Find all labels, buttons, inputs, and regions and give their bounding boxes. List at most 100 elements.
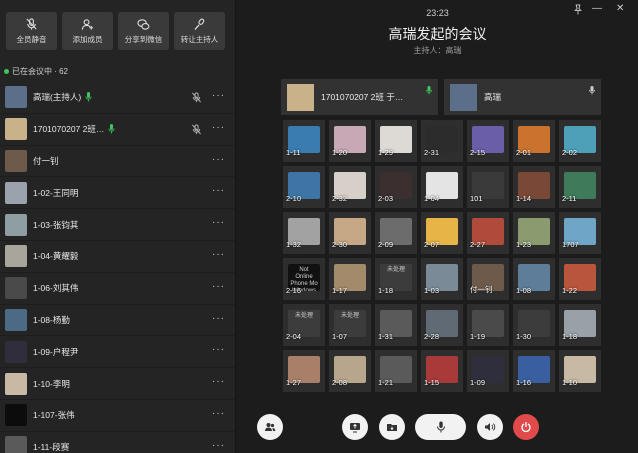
more-icon[interactable]: ··· [212, 281, 225, 292]
speaker-card[interactable]: 1701070207 2班 于… [281, 79, 438, 115]
mic-off-icon[interactable] [191, 92, 202, 103]
transfer-host-label: 转让主持人 [180, 34, 219, 44]
participant-row[interactable]: 1-107-张伟 ··· [0, 400, 235, 432]
more-icon[interactable]: ··· [212, 376, 225, 387]
video-tile[interactable]: 2-10 [283, 166, 325, 208]
video-tile[interactable]: 2-31 [421, 120, 463, 162]
speaker-card[interactable]: 高瑞 [444, 79, 601, 115]
window-controls: — ✕ [592, 3, 624, 14]
video-grid: 1-11 1-20 1-29 2-31 2-15 2-01 2-02 2-10 … [283, 120, 605, 392]
share-screen-button[interactable] [342, 414, 368, 440]
video-tile[interactable]: 1-22 [559, 258, 601, 300]
tile-label: 1-27 [286, 378, 302, 387]
file-button[interactable] [379, 414, 405, 440]
more-icon[interactable]: ··· [212, 344, 225, 355]
avatar [5, 86, 27, 109]
video-tile[interactable]: 1-18 [559, 304, 601, 346]
pin-icon[interactable] [573, 4, 583, 15]
participant-row[interactable]: 1701070207 2班… ··· [0, 114, 235, 146]
hangup-button[interactable] [513, 414, 539, 440]
tile-label: 1-08 [516, 286, 532, 295]
participant-row[interactable]: 1-04-黄耀毅 ··· [0, 241, 235, 273]
minimize-icon[interactable]: — [592, 3, 602, 14]
participant-row[interactable]: 高瑞(主持人) ··· [0, 82, 235, 114]
video-tile[interactable]: 1-27 [283, 350, 325, 392]
more-icon[interactable]: ··· [212, 217, 225, 228]
more-icon[interactable]: ··· [212, 440, 225, 451]
video-tile[interactable]: 1-16 [513, 350, 555, 392]
participant-row[interactable]: 1-11-段赛 ··· [0, 432, 235, 453]
video-tile[interactable]: Not Online Phone Mo Windows 2-16 [283, 258, 325, 300]
avatar [5, 213, 27, 236]
video-tile[interactable]: 1-17 [329, 258, 371, 300]
more-icon[interactable]: ··· [212, 122, 225, 133]
video-tile[interactable]: 1-19 [467, 304, 509, 346]
more-icon[interactable]: ··· [212, 154, 225, 165]
transfer-host-button[interactable]: 转让主持人 [174, 12, 225, 50]
video-tile[interactable]: 1-09 [467, 350, 509, 392]
video-tile[interactable]: 1-20 [329, 120, 371, 162]
video-tile[interactable]: 2-32 [329, 166, 371, 208]
video-tile[interactable]: 2-07 [421, 212, 463, 254]
video-tile[interactable]: 1-14 [513, 166, 555, 208]
mute-all-label: 全员静音 [16, 34, 47, 44]
participant-row[interactable]: 1-08-杨勤 ··· [0, 305, 235, 337]
participant-row[interactable]: 1-09-户程尹 ··· [0, 336, 235, 369]
tile-label: 2-32 [332, 194, 348, 203]
video-tile[interactable]: 1-21 [375, 350, 417, 392]
mic-off-icon[interactable] [191, 124, 202, 135]
participant-row[interactable]: 1-06-刘其伟 ··· [0, 273, 235, 305]
participant-row[interactable]: 付一钊 ··· [0, 146, 235, 178]
video-tile[interactable]: 1-15 [421, 350, 463, 392]
video-tile[interactable]: 1707 [559, 212, 601, 254]
video-tile[interactable]: 2-15 [467, 120, 509, 162]
more-icon[interactable]: ··· [212, 408, 225, 419]
video-tile[interactable]: 2-11 [559, 166, 601, 208]
video-tile[interactable]: 未处理 1-07 [329, 304, 371, 346]
video-tile[interactable]: 2-01 [513, 120, 555, 162]
video-tile[interactable]: 1-03 [421, 258, 463, 300]
more-icon[interactable]: ··· [212, 185, 225, 196]
more-icon[interactable]: ··· [212, 90, 225, 101]
control-bar [237, 412, 638, 442]
share-wechat-button[interactable]: 分享到微信 [118, 12, 169, 50]
video-tile[interactable]: 未处理 2-04 [283, 304, 325, 346]
video-tile[interactable]: 1-31 [375, 304, 417, 346]
video-tile[interactable]: 2-28 [421, 304, 463, 346]
video-tile[interactable]: 2-02 [559, 120, 601, 162]
video-tile[interactable]: 1-32 [283, 212, 325, 254]
members-button[interactable] [257, 414, 283, 440]
more-icon[interactable]: ··· [212, 249, 225, 260]
video-tile[interactable]: 1-23 [513, 212, 555, 254]
mute-all-button[interactable]: 全员静音 [6, 12, 57, 50]
video-tile[interactable]: 2-08 [329, 350, 371, 392]
more-icon[interactable]: ··· [212, 313, 225, 324]
video-tile[interactable]: 1-10 [559, 350, 601, 392]
participant-name: 1701070207 2班… [33, 124, 105, 135]
tile-label: 1-19 [470, 332, 486, 341]
tile-label: 1-15 [424, 378, 440, 387]
video-tile[interactable]: 2-30 [329, 212, 371, 254]
online-dot-icon [4, 69, 9, 74]
share-wechat-label: 分享到微信 [124, 34, 163, 44]
video-tile[interactable]: 付一钊 [467, 258, 509, 300]
video-tile[interactable]: 2-09 [375, 212, 417, 254]
video-tile[interactable]: 2-03 [375, 166, 417, 208]
video-tile[interactable]: 101 [467, 166, 509, 208]
participant-row[interactable]: 1-03-张钧其 ··· [0, 209, 235, 241]
tile-label: 2-02 [562, 148, 578, 157]
video-tile[interactable]: 1-11 [283, 120, 325, 162]
add-member-button[interactable]: 添加成员 [62, 12, 113, 50]
mic-button[interactable] [415, 414, 466, 440]
video-tile[interactable]: 1-04 [421, 166, 463, 208]
video-tile[interactable]: 未处理 1-18 [375, 258, 417, 300]
video-tile[interactable]: 2-27 [467, 212, 509, 254]
video-tile[interactable]: 1-30 [513, 304, 555, 346]
speaker-button[interactable] [477, 414, 503, 440]
avatar [5, 245, 27, 268]
close-icon[interactable]: ✕ [616, 3, 624, 14]
participant-row[interactable]: 1-10-李明 ··· [0, 368, 235, 400]
participant-row[interactable]: 1-02-王同明 ··· [0, 177, 235, 210]
video-tile[interactable]: 1-08 [513, 258, 555, 300]
video-tile[interactable]: 1-29 [375, 120, 417, 162]
